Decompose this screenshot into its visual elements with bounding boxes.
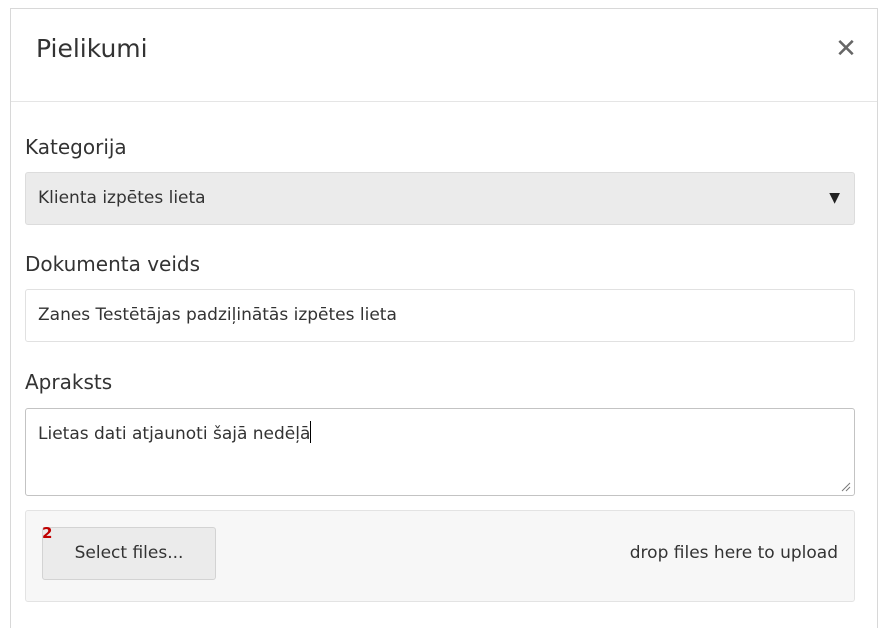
text-caret [310, 421, 312, 443]
upload-dropzone[interactable]: Select files... 2 drop files here to upl… [25, 510, 855, 602]
resize-grip-icon[interactable] [839, 480, 851, 492]
select-files-button[interactable]: Select files... [42, 527, 216, 580]
upload-badge: 2 [42, 524, 53, 542]
close-icon[interactable]: ✕ [831, 31, 861, 67]
category-label: Kategorija [25, 135, 127, 159]
drop-hint-text: drop files here to upload [629, 543, 838, 563]
category-select[interactable]: Klienta izpētes lieta ▼ [25, 172, 855, 225]
description-textarea[interactable]: Lietas dati atjaunoti šajā nedēļā [25, 408, 855, 496]
document-type-input[interactable]: Zanes Testētājas padziļinātās izpētes li… [25, 289, 855, 342]
description-label: Apraksts [25, 370, 113, 394]
dialog-title: Pielikumi [36, 34, 148, 63]
description-text: Lietas dati atjaunoti šajā nedēļā [38, 424, 311, 444]
caret-down-icon: ▼ [829, 190, 840, 206]
dialog-header: Pielikumi ✕ [11, 9, 877, 102]
category-selected-value: Klienta izpētes lieta [38, 188, 206, 208]
document-type-label: Dokumenta veids [25, 252, 201, 276]
